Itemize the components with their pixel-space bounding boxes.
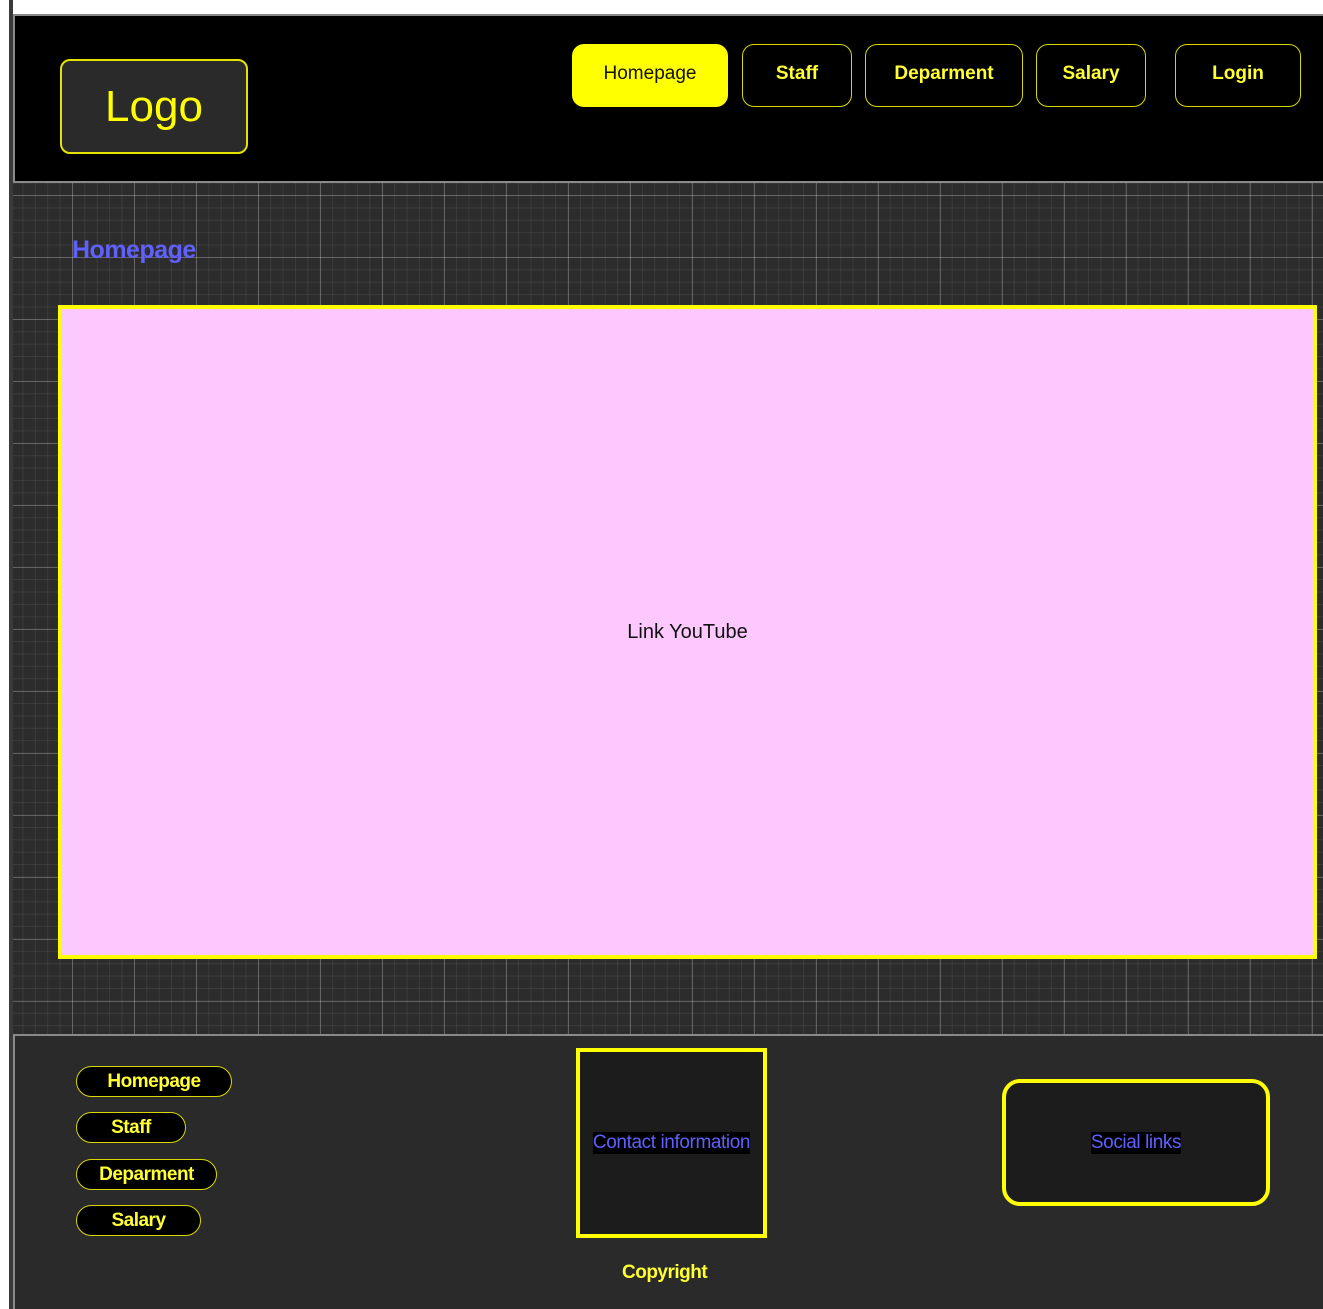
social-links-box[interactable]: Social links (1002, 1079, 1270, 1206)
nav-staff-button[interactable]: Staff (742, 44, 852, 107)
left-edge (0, 0, 9, 1309)
contact-information-label: Contact information (592, 1132, 751, 1154)
footer-link-salary[interactable]: Salary (76, 1205, 201, 1236)
footer-link-staff[interactable]: Staff (76, 1112, 186, 1143)
logo[interactable]: Logo (60, 59, 248, 154)
youtube-placeholder-label: Link YouTube (627, 620, 748, 643)
nav-salary-button[interactable]: Salary (1036, 44, 1146, 107)
top-strip (0, 0, 1323, 14)
copyright-text: Copyright (622, 1262, 708, 1283)
nav-homepage-button[interactable]: Homepage (572, 44, 728, 107)
page-title: Homepage (72, 236, 196, 264)
contact-information-box: Contact information (576, 1048, 767, 1238)
page-frame: Logo Homepage Staff Deparment Salary Log… (0, 0, 1323, 1309)
social-links-label: Social links (1090, 1131, 1182, 1154)
footer-link-homepage[interactable]: Homepage (76, 1066, 232, 1097)
nav-login-button[interactable]: Login (1175, 44, 1301, 107)
youtube-embed[interactable]: Link YouTube (58, 305, 1317, 959)
nav-department-button[interactable]: Deparment (865, 44, 1023, 107)
footer-link-department[interactable]: Deparment (76, 1159, 217, 1190)
